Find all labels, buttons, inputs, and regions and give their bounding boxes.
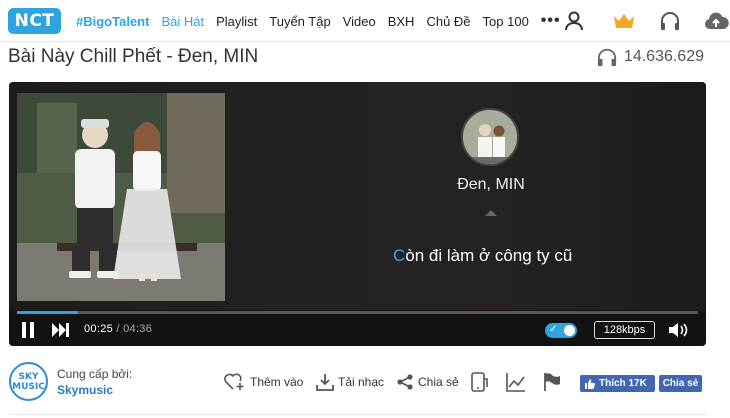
chart-icon[interactable] xyxy=(506,372,526,392)
time-display: 00:25 / 04:36 xyxy=(84,323,152,335)
nav-top-100[interactable]: Top 100 xyxy=(483,14,529,29)
section-divider xyxy=(9,414,706,415)
download-icon xyxy=(316,374,334,391)
nav-chu-de[interactable]: Chủ Đề xyxy=(426,14,470,29)
facebook-like-label: Thích 17K xyxy=(599,378,647,389)
lyric-remaining: òn đi làm ở công ty cũ xyxy=(405,246,573,265)
pause-button[interactable] xyxy=(21,322,35,338)
listen-count: 14.636.629 xyxy=(596,47,704,67)
lyric-scroll-up-arrow xyxy=(485,210,497,216)
crown-icon[interactable] xyxy=(612,9,636,33)
lyric-highlighted: C xyxy=(393,246,406,265)
add-to-playlist-button[interactable]: Thêm vào xyxy=(224,373,303,391)
download-label: Tải nhạc xyxy=(338,375,385,389)
mobile-icon[interactable] xyxy=(469,372,489,392)
heart-plus-icon xyxy=(224,373,244,390)
player-controls: 00:25 / 04:36 ✓ 128kbps xyxy=(9,314,706,346)
add-to-playlist-label: Thêm vào xyxy=(250,375,304,389)
current-lyric: Còn đi làm ở công ty cũ xyxy=(393,246,572,266)
time-separator: / xyxy=(116,323,120,335)
main-nav: #BigoTalent Bài Hát Playlist Tuyển Tập V… xyxy=(70,0,561,42)
music-player: Đen, MIN Còn đi làm ở công ty cũ 00:25 /… xyxy=(9,82,706,346)
album-cover xyxy=(17,93,225,301)
facebook-share-button[interactable]: Chia sẻ xyxy=(659,375,702,392)
nav-tuyen-tap[interactable]: Tuyển Tập xyxy=(269,14,330,29)
nav-playlist[interactable]: Playlist xyxy=(216,14,257,29)
singer-avatar[interactable] xyxy=(461,108,519,166)
more-menu-icon[interactable]: ••• xyxy=(541,12,561,30)
quality-selector[interactable]: 128kbps xyxy=(594,321,655,339)
share-label: Chia sẻ xyxy=(418,375,459,389)
report-flag-icon[interactable] xyxy=(542,372,562,392)
lyric-toggle[interactable]: ✓ xyxy=(545,323,577,338)
headphones-icon xyxy=(597,48,617,67)
facebook-like-button[interactable]: Thích 17K xyxy=(580,375,655,392)
current-time: 00:25 xyxy=(84,323,114,335)
volume-icon[interactable] xyxy=(669,322,691,338)
top-navbar: NCT #BigoTalent Bài Hát Playlist Tuyển T… xyxy=(0,0,730,42)
share-icon xyxy=(397,374,413,390)
artist-name[interactable]: Đen, MIN xyxy=(429,176,553,194)
toggle-knob xyxy=(564,325,575,336)
cloud-upload-icon[interactable] xyxy=(703,9,729,33)
nct-logo[interactable]: NCT xyxy=(8,8,61,34)
provider-label: Cung cấp bởi: xyxy=(57,367,133,381)
song-title: Bài Này Chill Phết - Đen, MIN xyxy=(8,46,259,67)
nav-video[interactable]: Video xyxy=(343,14,376,29)
nav-bai-hat[interactable]: Bài Hát xyxy=(161,14,204,29)
user-icon[interactable] xyxy=(562,9,586,33)
total-time: 04:36 xyxy=(123,323,153,335)
provider-name-link[interactable]: Skymusic xyxy=(57,383,113,397)
thumbs-up-icon xyxy=(585,378,595,389)
nav-bxh[interactable]: BXH xyxy=(388,14,415,29)
check-icon: ✓ xyxy=(549,324,558,335)
next-track-icon[interactable] xyxy=(52,323,69,337)
nav-bigotalent[interactable]: #BigoTalent xyxy=(76,14,149,29)
listen-count-value: 14.636.629 xyxy=(623,48,704,65)
share-button[interactable]: Chia sẻ xyxy=(396,373,459,391)
headphones-icon[interactable] xyxy=(658,9,682,33)
skymusic-logo[interactable]: SKY MUSIC xyxy=(9,362,48,401)
download-button[interactable]: Tải nhạc xyxy=(316,373,384,391)
